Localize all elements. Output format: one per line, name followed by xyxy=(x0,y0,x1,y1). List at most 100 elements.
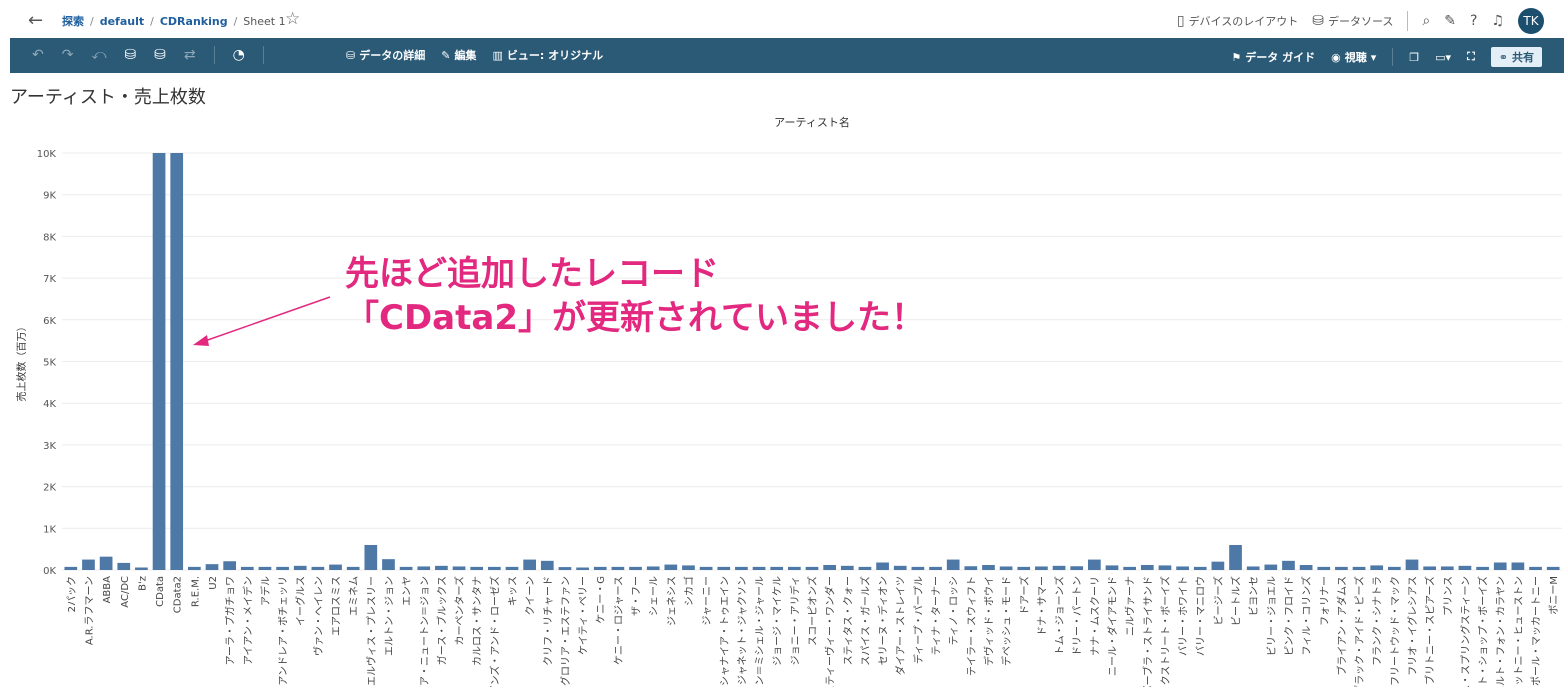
breadcrumb-cdranking[interactable]: CDRanking xyxy=(160,15,228,28)
bar xyxy=(488,566,501,570)
x-tick-label: ジョニー・アリディ xyxy=(788,576,801,665)
x-tick-label: クリフ・リチャード xyxy=(542,576,554,666)
data-details-button[interactable]: ⛁ データの詳細 xyxy=(346,47,425,63)
x-tick-label: ピンク・フロイド xyxy=(1283,576,1295,656)
bar xyxy=(382,559,395,570)
x-tick-label: ペット・ショップ・ボーイズ xyxy=(1477,576,1490,687)
swap-icon[interactable]: ⇄ xyxy=(184,47,196,63)
arrow-left-icon[interactable]: ← xyxy=(28,10,43,31)
x-tick-label: バリー・ホワイト xyxy=(1178,576,1190,656)
watch-label: 視聴 xyxy=(1344,51,1367,64)
x-tick-label: ジャーニー xyxy=(702,576,713,626)
bar xyxy=(999,566,1013,570)
x-tick-label: ボニーM xyxy=(1548,576,1560,615)
view-button[interactable]: ▥ ビュー: オリジナル xyxy=(492,47,603,63)
edit-label: 編集 xyxy=(454,49,477,62)
bar xyxy=(717,566,731,570)
x-tick-label: ガース・ブルックス xyxy=(435,576,448,665)
refresh-data-icon[interactable]: ⛁ xyxy=(124,47,136,63)
star-icon[interactable]: ☆ xyxy=(285,9,300,29)
device-icon: ▯ xyxy=(1176,13,1185,29)
pause-updates-icon[interactable]: ⛁ xyxy=(154,47,166,63)
x-tick-label: シカゴ xyxy=(682,576,695,606)
bar xyxy=(876,562,889,570)
x-tick-label: ブルース・スプリングスティーン xyxy=(1459,576,1472,687)
x-tick-label: ジョージ・マイケル xyxy=(772,576,784,666)
bar xyxy=(1229,544,1242,570)
avatar[interactable]: TK xyxy=(1518,8,1544,34)
bell-icon[interactable]: ♫ xyxy=(1491,13,1504,29)
present-icon[interactable]: ▭▾ xyxy=(1435,51,1451,64)
bar xyxy=(805,566,819,570)
bar xyxy=(1458,565,1472,570)
y-tick-label: 3K xyxy=(43,441,56,452)
bar xyxy=(258,566,272,570)
bar xyxy=(452,566,466,570)
bar xyxy=(1511,562,1525,570)
search-icon[interactable]: ⌕ xyxy=(1422,13,1430,29)
breadcrumb-default[interactable]: default xyxy=(100,15,144,28)
x-tick-label: ドアーズ xyxy=(1018,576,1031,615)
bar xyxy=(664,564,678,570)
help-icon[interactable]: ? xyxy=(1470,13,1477,29)
bar xyxy=(1282,560,1295,570)
bar xyxy=(1440,566,1454,570)
x-tick-label: グロリア・エステファン xyxy=(559,576,572,686)
x-tick-label: ビートルズ xyxy=(1230,576,1243,626)
x-tick-label: ジェネシス xyxy=(666,576,678,626)
bar xyxy=(929,566,942,570)
bar xyxy=(840,565,854,570)
bar xyxy=(911,566,925,570)
x-tick-label: エアロスミス xyxy=(332,576,343,636)
x-tick-label: トム・ジョーンズ xyxy=(1053,576,1066,655)
bar xyxy=(1105,565,1119,570)
x-tick-label: エンヤ xyxy=(402,576,413,606)
watch-button[interactable]: ◉ 視聴 ▾ xyxy=(1331,49,1376,65)
x-tick-label: ヘルベルト・フォン・カラヤン xyxy=(1495,576,1507,687)
y-tick-label: 9K xyxy=(43,191,56,202)
x-tick-label: カーペンターズ xyxy=(453,576,466,646)
bar xyxy=(364,544,378,570)
x-tick-label: アデル xyxy=(259,576,272,606)
bar xyxy=(523,559,536,570)
x-tick-label: プリンス xyxy=(1442,576,1454,616)
x-tick-label: CData2 xyxy=(173,576,184,613)
x-tick-label: アーラ・プガチョワ xyxy=(225,576,237,665)
x-tick-label: ニール・ダイアモンド xyxy=(1106,576,1119,676)
notes-icon[interactable]: ✎ xyxy=(1444,13,1456,29)
revert-icon[interactable]: ⤺ xyxy=(91,47,106,63)
annotation-line-1: 先ほど追加したレコード xyxy=(345,254,719,294)
performance-icon[interactable]: ◔ xyxy=(233,47,245,63)
x-tick-label: クイーン xyxy=(525,576,537,616)
breadcrumb-explore[interactable]: 探索 xyxy=(62,13,84,29)
x-tick-label: デヴィッド・ボウイ xyxy=(982,576,995,666)
undo-icon[interactable]: ↶ xyxy=(32,47,44,63)
bar xyxy=(417,566,431,570)
share-button[interactable]: ⚭ 共有 xyxy=(1490,47,1542,67)
x-tick-label: ドナ・サマー xyxy=(1036,576,1048,636)
divider xyxy=(1407,11,1409,31)
x-tick-label: ディープ・パープル xyxy=(912,576,925,664)
bar xyxy=(1176,566,1189,570)
bar xyxy=(735,566,748,570)
divider xyxy=(262,46,264,64)
device-layout-button[interactable]: ▯ デバイスのレイアウト xyxy=(1177,13,1298,29)
fullscreen-icon[interactable]: ⛶ xyxy=(1467,50,1475,64)
comment-icon[interactable]: ❐ xyxy=(1409,51,1419,64)
bar xyxy=(1317,566,1331,570)
x-tick-label: キッス xyxy=(508,576,519,606)
data-source-label: データソース xyxy=(1327,15,1394,28)
x-tick-label: テイラー・スウィフト xyxy=(966,576,978,676)
x-tick-label: デペッシュ・モード xyxy=(1000,576,1013,666)
bar xyxy=(611,566,625,570)
data-source-button[interactable]: ⛁ データソース xyxy=(1312,13,1393,29)
edit-button[interactable]: ✎ 編集 xyxy=(441,47,476,63)
bar xyxy=(1370,565,1384,570)
database-icon: ⛁ xyxy=(1312,13,1324,29)
bar xyxy=(1211,561,1225,570)
redo-icon[interactable]: ↷ xyxy=(62,47,74,63)
data-guide-button[interactable]: ⚑ データ ガイド xyxy=(1231,49,1315,65)
bar xyxy=(64,566,78,570)
top-bar: ← 探索 / default / CDRanking / Sheet 1 ☆ ▯… xyxy=(0,0,1564,38)
bar xyxy=(540,560,554,570)
